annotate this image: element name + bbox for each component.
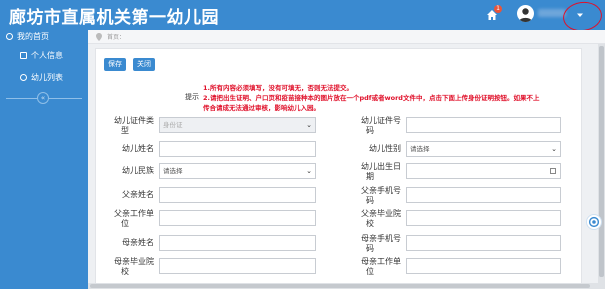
top-bar: 廊坊市直属机关第一幼儿园 1 — [0, 0, 605, 34]
avatar[interactable] — [517, 5, 534, 22]
field-value: 请选择 — [410, 145, 430, 153]
form-label-line: 幼儿证件号 — [361, 116, 401, 125]
form-label-line: 父亲工作单 — [114, 209, 154, 218]
form-label-line: 码 — [366, 244, 374, 253]
field-value: 身份证 — [163, 121, 183, 129]
site-title: 廊坊市直属机关第一幼儿园 — [9, 8, 219, 28]
sidebar-collapse-button[interactable]: « — [37, 92, 49, 104]
text-field[interactable] — [159, 235, 316, 251]
save-button[interactable]: 保存 — [104, 58, 126, 71]
form-label: 母亲手机号码 — [339, 234, 401, 254]
date-field[interactable] — [406, 163, 561, 179]
form-label-line: 校 — [121, 267, 129, 276]
form-label-line: 父亲姓名 — [122, 190, 154, 199]
form-label: 幼儿姓名 — [96, 144, 154, 154]
form-label-line: 码 — [366, 126, 374, 135]
chevron-down-icon: ⌄ — [306, 167, 312, 175]
form-label: 幼儿出生日期 — [339, 162, 401, 182]
tip-line-3: 传合请成无法通过审核，影响幼儿入园。 — [203, 104, 320, 112]
form-label-line: 母亲姓名 — [122, 238, 154, 247]
form-label-line: 父亲手机号 — [361, 186, 401, 195]
grid-icon — [20, 52, 27, 59]
text-field[interactable] — [406, 235, 561, 251]
text-field[interactable] — [406, 117, 561, 133]
breadcrumb: 首页： — [88, 30, 605, 44]
form-label-line: 位 — [121, 219, 129, 228]
notification-badge: 1 — [494, 5, 502, 13]
form-label-line: 母亲手机号 — [361, 234, 401, 243]
text-field[interactable] — [406, 210, 561, 226]
sidebar-item-home[interactable]: 我的首页 — [0, 30, 88, 44]
form-label-line: 幼儿性别 — [369, 144, 401, 153]
breadcrumb-text: 首页： — [107, 34, 126, 41]
text-field[interactable] — [159, 187, 316, 203]
form-label-line: 幼儿姓名 — [122, 144, 154, 153]
calendar-icon — [550, 168, 556, 174]
form-label: 父亲毕业院校 — [339, 209, 401, 229]
close-button[interactable]: 关闭 — [133, 58, 155, 71]
floating-helper-button[interactable] — [586, 214, 602, 230]
vertical-scrollbar-thumb[interactable] — [599, 46, 604, 277]
form-label-line: 幼儿出生日 — [361, 162, 401, 171]
user-name-blurred — [538, 9, 566, 17]
form-label: 幼儿证件类型 — [96, 116, 154, 136]
sidebar-item-label: 我的首页 — [17, 32, 49, 41]
sidebar-item-label: 幼儿列表 — [31, 73, 63, 82]
highlight-annotation — [561, 0, 604, 34]
select-field[interactable]: 请选择 ⌄ — [159, 163, 316, 179]
sidebar: 我的首页 个人信息 幼儿列表 « — [0, 30, 88, 289]
select-field: 身份证 ⌄ — [159, 117, 316, 133]
text-field[interactable] — [159, 210, 316, 226]
form-label-line: 位 — [366, 267, 374, 276]
form-label-line: 母亲毕业院 — [114, 257, 154, 266]
select-field[interactable]: 请选择 ⌄ — [406, 141, 561, 157]
tip-line-2: 2.请把出生证明、户口页和疫苗接种本的图片放在一个pdf或者word文件中，点击… — [203, 94, 540, 102]
text-field[interactable] — [406, 187, 561, 203]
tip-line-1: 1.所有内容必须填写，没有可填无，否则无法提交。 — [203, 84, 353, 92]
form-panel: 保存 关闭 提示 1.所有内容必须填写，没有可填无，否则无法提交。 2.请把出生… — [95, 48, 582, 289]
form-label-line: 码 — [366, 196, 374, 205]
location-pin-icon — [96, 33, 102, 41]
horizontal-scrollbar-thumb[interactable] — [90, 284, 590, 288]
chevron-down-icon: ⌄ — [306, 121, 312, 129]
field-value: 请选择 — [163, 167, 183, 175]
form-label-line: 幼儿证件类 — [114, 116, 154, 125]
form-label: 父亲手机号码 — [339, 186, 401, 206]
form-label: 幼儿民族 — [96, 166, 154, 176]
form-label: 父亲工作单位 — [96, 209, 154, 229]
form-label: 父亲姓名 — [96, 190, 154, 200]
text-field[interactable] — [406, 258, 561, 274]
form-label-line: 幼儿民族 — [122, 166, 154, 175]
sidebar-item-personal-info[interactable]: 个人信息 — [0, 49, 88, 63]
form-label-line: 期 — [366, 172, 374, 181]
form-label-line: 母亲工作单 — [361, 257, 401, 266]
form-label: 幼儿性别 — [339, 144, 401, 154]
form-label: 母亲毕业院校 — [96, 257, 154, 277]
text-field[interactable] — [159, 258, 316, 274]
form-label: 母亲工作单位 — [339, 257, 401, 277]
settings-circle-icon — [20, 74, 27, 81]
sidebar-item-child-list[interactable]: 幼儿列表 — [0, 71, 88, 85]
user-silhouette-icon — [519, 8, 532, 22]
form-label: 幼儿证件号码 — [339, 116, 401, 136]
form-label-line: 校 — [366, 219, 374, 228]
sidebar-item-label: 个人信息 — [31, 51, 63, 60]
text-field[interactable] — [159, 141, 316, 157]
form-label: 母亲姓名 — [96, 238, 154, 248]
form-label-line: 父亲毕业院 — [361, 209, 401, 218]
form-label-line: 型 — [121, 126, 129, 135]
chevron-down-icon: ⌄ — [551, 145, 557, 153]
refresh-icon — [588, 216, 600, 228]
home-circle-icon — [6, 33, 13, 40]
tips-label: 提示 — [185, 93, 199, 101]
